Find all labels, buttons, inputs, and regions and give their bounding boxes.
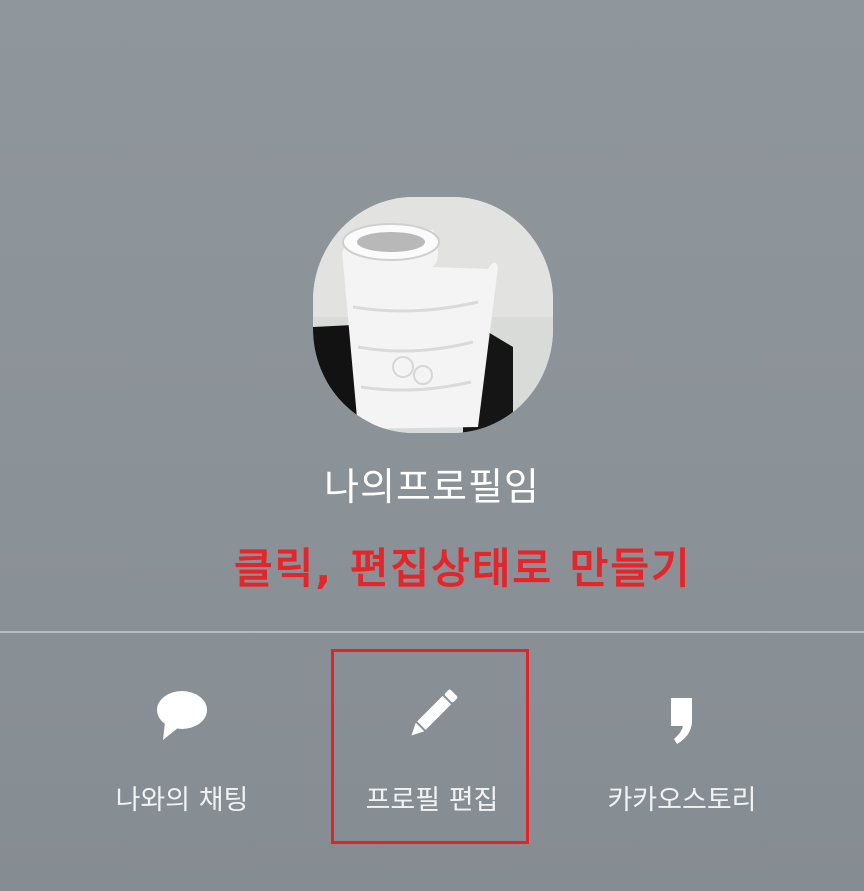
annotation-text: 클릭, 편집상태로 만들기 [234,544,692,593]
kakaostory-label: 카카오스토리 [607,785,757,816]
kakaostory-comma-icon [647,680,717,750]
profile-name[interactable]: 나의프로필임 [0,456,864,511]
highlight-box [331,649,529,844]
divider [0,631,864,633]
profile-avatar[interactable] [313,197,553,433]
profile-screen: 나의프로필임 클릭, 편집상태로 만들기 나와의 채팅 프로필 편집 카카오스토… [0,0,864,891]
avatar-photo [313,197,553,433]
my-chat-label: 나와의 채팅 [115,785,249,816]
speech-bubble-icon [147,680,217,750]
my-chat-button[interactable]: 나와의 채팅 [62,680,302,817]
kakaostory-button[interactable]: 카카오스토리 [562,680,802,817]
